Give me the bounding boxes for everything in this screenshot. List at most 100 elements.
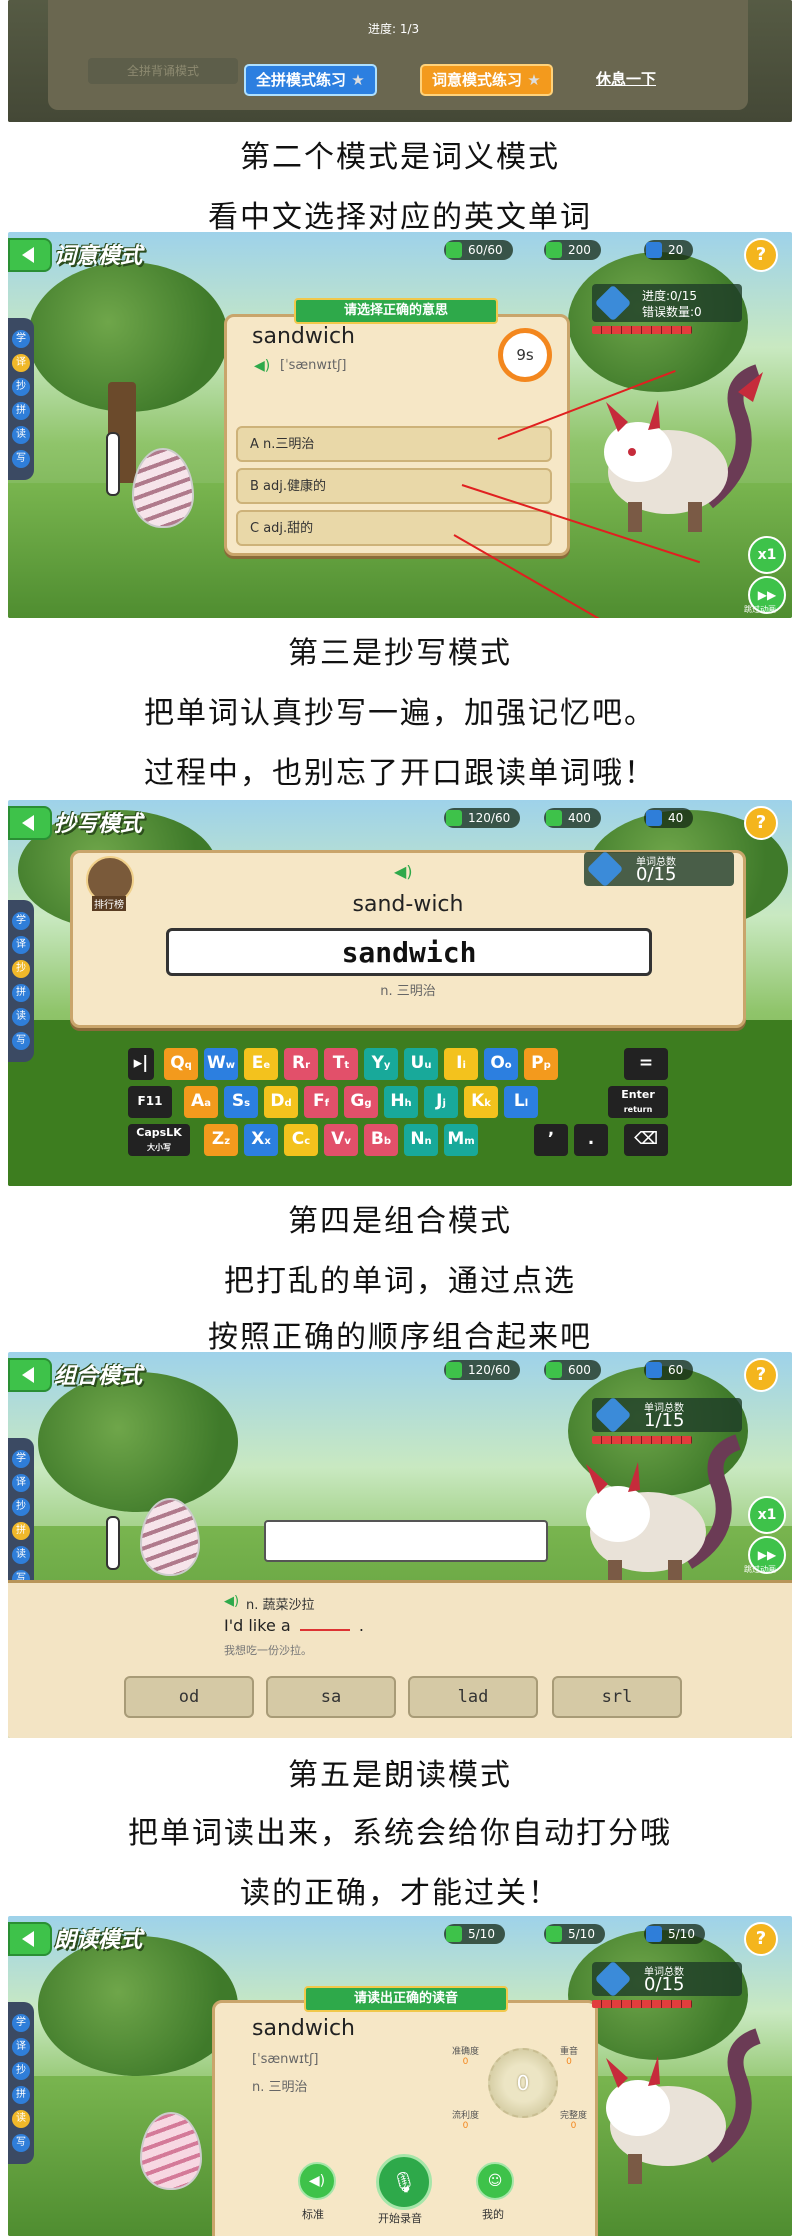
key-y[interactable]: Yy bbox=[364, 1048, 398, 1080]
back-button[interactable] bbox=[8, 1922, 52, 1956]
side-menu-copy[interactable]: 抄 bbox=[12, 960, 30, 978]
help-button[interactable]: ? bbox=[744, 1922, 778, 1956]
speed-button[interactable]: x1 bbox=[748, 1496, 786, 1534]
side-menu-read[interactable]: 读 bbox=[12, 1008, 30, 1026]
key-q[interactable]: Qq bbox=[164, 1048, 198, 1080]
key-o[interactable]: Oo bbox=[484, 1048, 518, 1080]
f11-key[interactable]: F11 bbox=[128, 1086, 172, 1118]
key-r[interactable]: Rr bbox=[284, 1048, 318, 1080]
side-menu-learn[interactable]: 学 bbox=[12, 912, 30, 930]
side-menu-spell[interactable]: 拼 bbox=[12, 402, 30, 420]
key-n[interactable]: Nn bbox=[404, 1124, 438, 1156]
side-menu-translate[interactable]: 译 bbox=[12, 354, 30, 372]
speaker-icon[interactable]: ◀) bbox=[394, 862, 413, 881]
stat-gems: 40 bbox=[644, 808, 694, 828]
side-menu-copy[interactable]: 抄 bbox=[12, 2062, 30, 2080]
side-menu-read[interactable]: 读 bbox=[12, 2110, 30, 2128]
answer-box[interactable] bbox=[264, 1520, 548, 1562]
side-menu-spell[interactable]: 拼 bbox=[12, 1522, 30, 1540]
speaker-icon[interactable]: ◀) bbox=[254, 358, 270, 374]
record-button[interactable]: 🎙 bbox=[376, 2154, 432, 2210]
option-c[interactable]: C adj.甜的 bbox=[236, 510, 552, 546]
side-menu: 学 译 抄 拼 读 写 bbox=[8, 2002, 34, 2164]
help-button[interactable]: ? bbox=[744, 806, 778, 840]
key-c[interactable]: Cc bbox=[284, 1124, 318, 1156]
key-z[interactable]: Zz bbox=[204, 1124, 238, 1156]
key-u[interactable]: Uu bbox=[404, 1048, 438, 1080]
side-menu-learn[interactable]: 学 bbox=[12, 1450, 30, 1468]
help-button[interactable]: ? bbox=[744, 1358, 778, 1392]
letter-tile-3[interactable]: lad bbox=[408, 1676, 538, 1718]
minus-key[interactable]: = bbox=[624, 1048, 668, 1080]
speaker-icon[interactable]: ◀) bbox=[224, 1594, 239, 1609]
side-menu-spell[interactable]: 拼 bbox=[12, 2086, 30, 2104]
key-d[interactable]: Dd bbox=[264, 1086, 298, 1118]
key-lower: j bbox=[442, 1098, 446, 1109]
key-b[interactable]: Bb bbox=[364, 1124, 398, 1156]
copy-input[interactable] bbox=[166, 928, 652, 976]
backspace-key[interactable]: ⌫ bbox=[624, 1124, 668, 1156]
letter-tile-4[interactable]: srl bbox=[552, 1676, 682, 1718]
option-a[interactable]: A n.三明治 bbox=[236, 426, 552, 462]
side-menu-spell[interactable]: 拼 bbox=[12, 984, 30, 1002]
full-spell-practice-button[interactable]: 全拼模式练习 ★ bbox=[244, 64, 377, 96]
key-h[interactable]: Hh bbox=[384, 1086, 418, 1118]
side-menu-learn[interactable]: 学 bbox=[12, 330, 30, 348]
side-menu-read[interactable]: 读 bbox=[12, 1546, 30, 1564]
key-p[interactable]: Pp bbox=[524, 1048, 558, 1080]
side-menu-translate[interactable]: 译 bbox=[12, 936, 30, 954]
my-recording-button[interactable]: ☺ bbox=[476, 2162, 514, 2200]
key-i[interactable]: Ii bbox=[444, 1048, 478, 1080]
metric-stress: 重音 0 bbox=[560, 2044, 578, 2067]
key-j[interactable]: Jj bbox=[424, 1086, 458, 1118]
side-menu-copy[interactable]: 抄 bbox=[12, 1498, 30, 1516]
key-l[interactable]: Ll bbox=[504, 1086, 538, 1118]
side-menu-copy[interactable]: 抄 bbox=[12, 378, 30, 396]
side-menu-write[interactable]: 写 bbox=[12, 450, 30, 468]
key-upper: T bbox=[332, 1053, 345, 1073]
energy-icon bbox=[446, 1926, 462, 1942]
rest-link[interactable]: 休息一下 bbox=[596, 68, 656, 89]
back-button[interactable] bbox=[8, 1358, 52, 1392]
key-v[interactable]: Vv bbox=[324, 1124, 358, 1156]
score-circle: 0 bbox=[488, 2048, 558, 2118]
back-button[interactable] bbox=[8, 806, 52, 840]
letter-tile-1[interactable]: od bbox=[124, 1676, 254, 1718]
key-w[interactable]: Ww bbox=[204, 1048, 238, 1080]
apostrophe-key[interactable]: ʼ bbox=[534, 1124, 568, 1156]
capslock-key[interactable]: CapsLK 大小写 bbox=[128, 1124, 190, 1156]
faded-mode-button[interactable]: 全拼背诵模式 bbox=[88, 58, 238, 84]
key-g[interactable]: Gg bbox=[344, 1086, 378, 1118]
speed-button[interactable]: x1 bbox=[748, 536, 786, 574]
key-lower: a bbox=[204, 1098, 211, 1109]
my-recording-label: 我的 bbox=[482, 2208, 504, 2221]
key-t[interactable]: Tt bbox=[324, 1048, 358, 1080]
caption-1: 第二个模式是词义模式 bbox=[240, 140, 560, 175]
side-menu-learn[interactable]: 学 bbox=[12, 2014, 30, 2032]
meaning-practice-button[interactable]: 词意模式练习 ★ bbox=[420, 64, 553, 96]
enter-key[interactable]: Enter return bbox=[608, 1086, 668, 1118]
tab-key[interactable]: ▸| bbox=[128, 1048, 154, 1080]
side-menu-translate[interactable]: 译 bbox=[12, 2038, 30, 2056]
period-key[interactable]: . bbox=[574, 1124, 608, 1156]
key-upper: D bbox=[270, 1091, 285, 1111]
side-menu-read[interactable]: 读 bbox=[12, 426, 30, 444]
back-button[interactable] bbox=[8, 238, 52, 272]
key-x[interactable]: Xx bbox=[244, 1124, 278, 1156]
key-s[interactable]: Ss bbox=[224, 1086, 258, 1118]
key-k[interactable]: Kk bbox=[464, 1086, 498, 1118]
key-a[interactable]: Aa bbox=[184, 1086, 218, 1118]
enter-label: Enter bbox=[621, 1088, 655, 1101]
standard-audio-button[interactable]: ◀) bbox=[298, 2162, 336, 2200]
side-menu-write[interactable]: 写 bbox=[12, 1032, 30, 1050]
side-menu-translate[interactable]: 译 bbox=[12, 1474, 30, 1492]
help-button[interactable]: ? bbox=[744, 238, 778, 272]
letter-tile-2[interactable]: sa bbox=[266, 1676, 396, 1718]
key-lower: s bbox=[244, 1098, 251, 1109]
stat-value: 5/10 bbox=[468, 1927, 495, 1941]
side-menu-write[interactable]: 写 bbox=[12, 2134, 30, 2152]
key-f[interactable]: Ff bbox=[304, 1086, 338, 1118]
key-upper: K bbox=[471, 1091, 485, 1111]
key-e[interactable]: Ee bbox=[244, 1048, 278, 1080]
key-m[interactable]: Mm bbox=[444, 1124, 478, 1156]
